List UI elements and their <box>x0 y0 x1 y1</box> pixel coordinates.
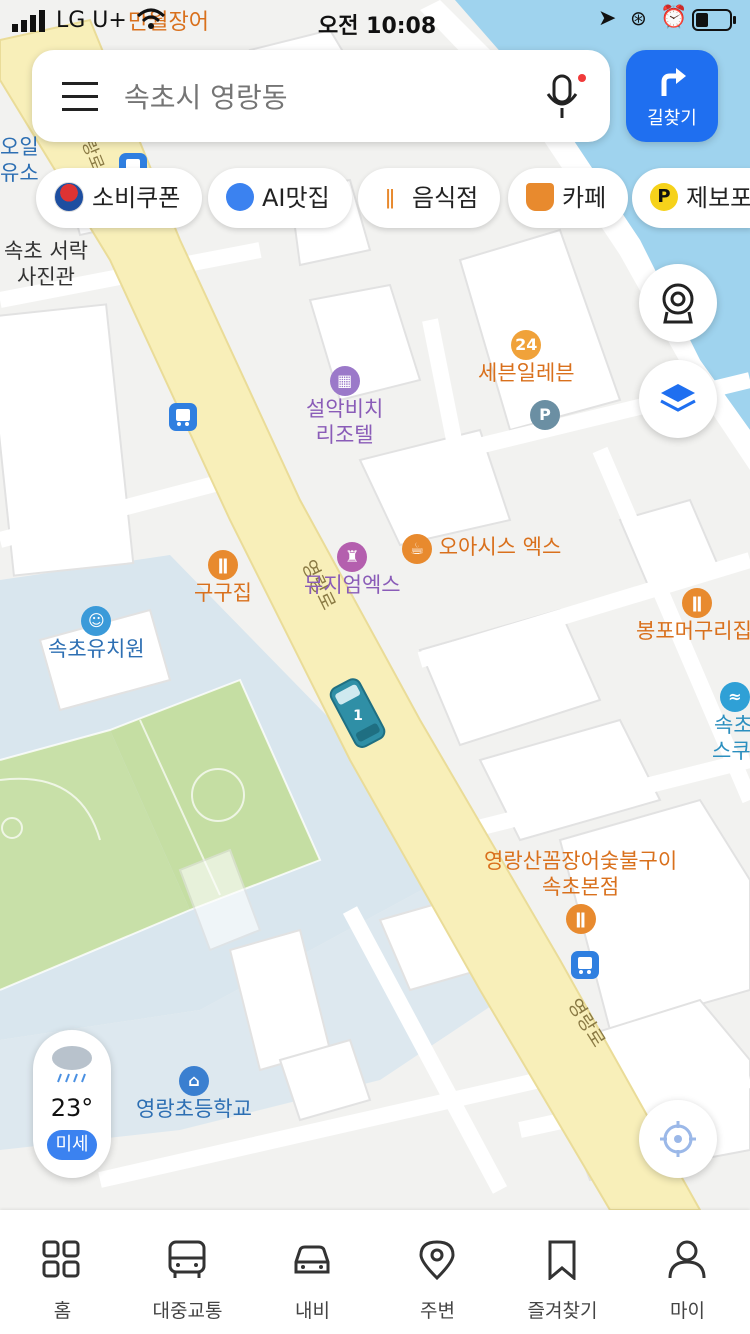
chip-ai-restaurant[interactable]: AI맛집 <box>208 168 352 228</box>
chip-consumer-coupon[interactable]: 소비쿠폰 <box>36 168 203 228</box>
status-bar: LG U+ 오전 10:08 ➤ ⊛ ⏰ <box>0 0 750 40</box>
tab-my[interactable]: 마이 <box>625 1210 750 1334</box>
restaurant-icon: ǁ <box>682 588 712 618</box>
bottom-tab-bar: 홈 대중교통 내비 주변 즐겨찾기 마이 <box>0 1210 750 1334</box>
turn-arrow-icon <box>661 68 686 96</box>
museum-icon: ♜ <box>337 542 368 572</box>
poi-elementary-school[interactable]: ⌂ 영랑초등학교 <box>136 1066 252 1122</box>
tab-home[interactable]: 홈 <box>0 1210 125 1334</box>
battery-icon <box>692 9 736 31</box>
bus-stop-icon[interactable] <box>168 402 198 438</box>
photo-studio-label[interactable]: 속초 서락 사진관 <box>4 238 88 290</box>
cctv-icon <box>662 283 694 324</box>
crosshair-icon <box>660 1121 696 1157</box>
bus-icon <box>168 1240 206 1278</box>
chip-restaurant[interactable]: ǁ 음식점 <box>358 168 501 228</box>
tab-favorites[interactable]: 즐겨찾기 <box>500 1210 625 1334</box>
location-pin-icon <box>419 1240 455 1280</box>
bus-number: 1 <box>353 708 363 724</box>
parking-icon[interactable]: P <box>530 400 560 430</box>
poi-bongpo[interactable]: ǁ 봉포머구리집 <box>636 588 750 644</box>
microphone-icon[interactable] <box>544 72 588 122</box>
poi-gugujip[interactable]: ǁ 구구집 <box>194 550 252 606</box>
gas-station-label[interactable]: 오일 유소 <box>0 134 39 186</box>
korea-flag-icon <box>54 182 84 212</box>
home-grid-icon <box>42 1240 80 1278</box>
poi-scuba[interactable]: ≈ 속초스쿠버 <box>712 682 750 764</box>
menu-icon[interactable] <box>62 80 98 112</box>
signal-icon <box>12 10 45 32</box>
poi-seorak-beach-resort[interactable]: ▦ 설악비치 리조텔 <box>306 366 383 448</box>
layers-button[interactable] <box>639 360 717 438</box>
directions-button[interactable]: 길찾기 <box>626 50 718 142</box>
search-bar[interactable] <box>32 50 610 142</box>
chip-report[interactable]: P 제보포 <box>632 168 750 228</box>
location-arrow-icon: ➤ <box>598 6 617 31</box>
poi-kindergarten[interactable]: ☺ 속초유치원 <box>48 606 145 662</box>
restaurant-icon: ǁ <box>376 183 404 211</box>
tab-nearby[interactable]: 주변 <box>375 1210 500 1334</box>
compass-icon <box>226 183 254 211</box>
school-icon: ⌂ <box>178 1066 209 1096</box>
hotel-icon: ▦ <box>329 366 360 396</box>
cctv-button[interactable] <box>639 264 717 342</box>
fine-dust-badge[interactable]: 미세 <box>47 1130 97 1160</box>
layers-icon <box>660 384 696 412</box>
person-icon <box>668 1240 706 1279</box>
restaurant-icon: ǁ <box>565 904 596 934</box>
clock: 오전 10:08 <box>318 14 437 39</box>
bus-stop-icon[interactable] <box>570 950 600 986</box>
chip-cafe[interactable]: 카페 <box>508 168 629 228</box>
swim-icon: ≈ <box>720 682 750 712</box>
wifi-icon <box>136 8 166 29</box>
tab-public-transit[interactable]: 대중교통 <box>125 1210 250 1334</box>
p-badge-icon: P <box>650 183 678 211</box>
my-location-button[interactable] <box>639 1100 717 1178</box>
poi-seven-eleven[interactable]: 24 세븐일레븐 <box>478 330 575 386</box>
weather-widget[interactable]: 23° 미세 <box>33 1030 111 1178</box>
convenience-store-icon: 24 <box>511 330 542 360</box>
bookmark-icon <box>548 1240 576 1280</box>
cafe-icon <box>526 183 554 211</box>
car-icon <box>294 1245 330 1274</box>
restaurant-icon: ǁ <box>207 550 238 580</box>
alarm-icon: ⏰ <box>660 5 688 30</box>
temperature: 23° <box>50 1094 94 1122</box>
rain-cloud-icon <box>52 1046 92 1083</box>
kindergarten-icon: ☺ <box>81 606 112 636</box>
cafe-icon: ☕ <box>402 534 432 564</box>
search-input[interactable] <box>122 72 526 122</box>
rotation-lock-icon: ⊛ <box>630 6 647 30</box>
poi-museum-x[interactable]: ♜ 뮤지엄엑스 <box>304 542 401 598</box>
tab-navigation[interactable]: 내비 <box>250 1210 375 1334</box>
directions-label: 길찾기 <box>647 108 697 129</box>
poi-eel-restaurant[interactable]: 영랑산꼼장어숯불구이 속초본점 ǁ <box>484 848 677 934</box>
poi-oasis-x[interactable]: ☕ 오아시스 엑스 <box>402 534 561 564</box>
carrier-label: LG U+ <box>56 8 127 33</box>
bus-vehicle-marker[interactable]: 1 <box>328 676 388 756</box>
